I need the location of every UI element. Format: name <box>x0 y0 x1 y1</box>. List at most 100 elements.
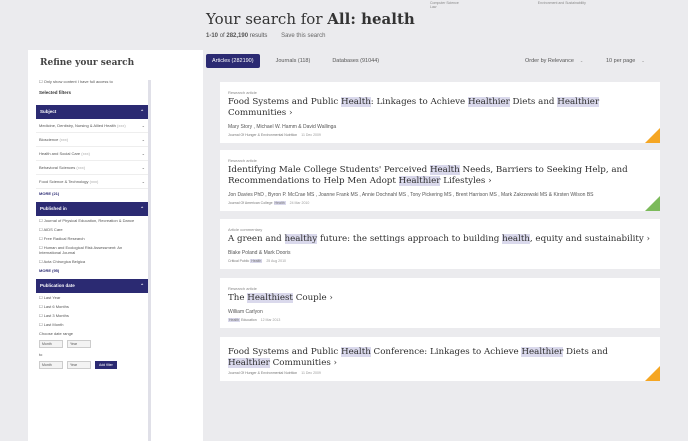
search-header: Your search for All: health 1-10 of 282,… <box>206 10 415 39</box>
tab-journals[interactable]: Journals (118) <box>270 54 317 68</box>
article-date: 11 Dec 2009 <box>301 133 321 137</box>
chevron-right-icon: › <box>286 108 293 118</box>
subject-filter-item[interactable]: Behavioral Sciences (xxx) ⌄ <box>36 161 148 175</box>
date-range-label: Choose date range <box>39 331 74 336</box>
chevron-right-icon: › <box>326 293 333 303</box>
title-text: Lifestyles <box>440 176 486 186</box>
article-title-link[interactable]: Identifying Male College Students' Perce… <box>228 165 652 187</box>
open-access-badge-icon <box>645 366 660 381</box>
chevron-right-icon: › <box>643 234 651 244</box>
top-nav-links: Computer Science Environment and Sustain… <box>430 1 688 9</box>
pubdate-filter-checkbox[interactable]: Last 3 Months <box>36 311 148 320</box>
article-date: 25 Aug 2010 <box>266 259 286 263</box>
article-title-link[interactable]: The Healthiest Couple › <box>228 293 652 304</box>
subject-more-link[interactable]: MORE (21) <box>36 189 148 198</box>
result-tabs: Articles (282190) Journals (118) Databas… <box>206 54 385 68</box>
filter-label: Health and Social Care <box>39 151 81 156</box>
article-authors: Blake Poland & Mark Dooris <box>228 250 291 256</box>
title-text: Communities <box>228 108 287 118</box>
subject-filter-item[interactable]: Medicine, Dentistry, Nursing & Allied He… <box>36 119 148 133</box>
journal-name: Journal Of Hunger & Environmental Nutrit… <box>228 371 298 375</box>
article-type: Article commentary <box>228 227 263 232</box>
journal-name: Journal Of Hunger & Environmental Nutrit… <box>228 133 298 137</box>
published-more-link[interactable]: MORE (95) <box>36 266 148 275</box>
search-highlight: Healthier <box>228 358 270 368</box>
date-from-row: Month Year <box>36 338 148 350</box>
date-to-label: to <box>39 352 43 357</box>
collapse-icon: ⌃ <box>140 109 144 114</box>
collapse-icon: ⌃ <box>140 283 144 288</box>
published-filter-checkbox[interactable]: Acta Chirurgica Belgica <box>36 257 148 266</box>
search-highlight: Healthier <box>521 347 564 357</box>
title-text: Food Systems and Public <box>228 97 342 107</box>
article-title-link[interactable]: A green and healthy future: the settings… <box>228 234 652 245</box>
article-journal: Critical Public Health 25 Aug 2010 <box>228 259 652 263</box>
sidebar-scrollbar[interactable] <box>148 80 151 441</box>
article-authors: Jon Davies PhD , Byron P. McCrae MS , Jo… <box>228 192 594 198</box>
access-checkbox[interactable]: ☐ Only show content I have full access t… <box>36 77 148 86</box>
refine-title: Refine your search <box>40 58 135 68</box>
to-year-select[interactable]: Year <box>67 361 91 369</box>
result-card: Research article The Healthiest Couple › W… <box>220 278 660 328</box>
search-highlight: healthy <box>284 234 318 244</box>
article-type: Research article <box>228 158 257 163</box>
search-highlight: Healthiest <box>247 293 293 303</box>
chevron-down-icon: ⌄ <box>141 179 145 184</box>
published-filter-checkbox[interactable]: Journal of Physical Education, Recreatio… <box>36 216 148 225</box>
pubdate-filter-checkbox[interactable]: Last Year <box>36 293 148 302</box>
filter-label: Medicine, Dentistry, Nursing & Allied He… <box>39 123 116 128</box>
save-search-link[interactable]: Save this search <box>281 33 325 39</box>
top-link-environment[interactable]: Environment and Sustainability <box>538 1 586 5</box>
published-filter-header[interactable]: Published in ⌃ <box>36 202 148 216</box>
filter-label: Food Science & Technology <box>39 179 89 184</box>
article-journal: Journal Of Hunger & Environmental Nutrit… <box>228 371 652 375</box>
title-text: , equity and sustainability <box>529 234 644 244</box>
subject-filter-item[interactable]: Health and Social Care (xxx) ⌄ <box>36 147 148 161</box>
tab-databases[interactable]: Databases (91044) <box>326 54 385 68</box>
chevron-down-icon: ⌄ <box>641 58 645 63</box>
per-page-select[interactable]: 10 per page ⌄ <box>606 58 645 64</box>
from-year-select[interactable]: Year <box>67 340 91 348</box>
subject-filter-item[interactable]: Food Science & Technology (xxx) ⌄ <box>36 175 148 189</box>
published-filter-checkbox[interactable]: Human and Ecological Risk Assessment: An… <box>36 243 148 257</box>
search-query: All: health <box>327 10 415 28</box>
from-month-select[interactable]: Month <box>39 340 63 348</box>
free-access-badge-icon <box>645 196 660 211</box>
filter-count: (xxx) <box>59 137 69 142</box>
to-month-select[interactable]: Month <box>39 361 63 369</box>
open-access-badge-icon <box>645 128 660 143</box>
chevron-down-icon: ⌄ <box>579 58 584 63</box>
search-highlight: Health <box>341 347 371 357</box>
title-text: Food Systems and Public <box>228 347 342 357</box>
article-type: Research article <box>228 286 257 291</box>
title-text: A green and <box>228 234 285 244</box>
pubdate-filter-checkbox[interactable]: Last Month <box>36 320 148 329</box>
published-filter-checkbox[interactable]: AIDS Care <box>36 225 148 234</box>
tab-articles[interactable]: Articles (282190) <box>206 54 260 68</box>
search-highlight: Health <box>341 97 371 107</box>
pubdate-filter-header[interactable]: Publication date ⌃ <box>36 279 148 293</box>
order-select[interactable]: Order by Relevance ⌄ <box>525 58 583 64</box>
journal-name: Journal Of American College <box>228 201 274 205</box>
chevron-down-icon: ⌄ <box>141 137 145 142</box>
pubdate-filter-checkbox[interactable]: Last 6 Months <box>36 302 148 311</box>
published-filter-checkbox[interactable]: Free Radical Research <box>36 234 148 243</box>
filter-label: Behavioral Sciences <box>39 165 76 170</box>
filter-count: (xxx) <box>76 165 86 170</box>
article-title-link[interactable]: Food Systems and Public Health Conferenc… <box>228 347 652 369</box>
title-text: Diets and <box>509 97 558 107</box>
subject-filter-item[interactable]: Bioscience (xxx) ⌄ <box>36 133 148 147</box>
search-highlight: Healthier <box>557 97 600 107</box>
search-highlight: Health <box>250 259 263 263</box>
results-list: Research article Food Systems and Public … <box>220 82 660 381</box>
top-link-law[interactable]: Law <box>430 5 436 9</box>
article-title-link[interactable]: Food Systems and Public Health: Linkages… <box>228 97 652 119</box>
selected-filters-label: Selected filters <box>39 90 72 95</box>
article-type: Research article <box>228 90 257 95</box>
filter-count: (xxx) <box>89 179 99 184</box>
add-filter-button[interactable]: Add filter <box>95 361 117 369</box>
filter-panel: ☐ Only show content I have full access t… <box>36 77 148 371</box>
subject-filter-header[interactable]: Subject ⌃ <box>36 105 148 119</box>
result-card: Research article Food Systems and Public … <box>220 82 660 143</box>
results-count: 1-10 of 282,190 results Save this search <box>206 33 326 39</box>
